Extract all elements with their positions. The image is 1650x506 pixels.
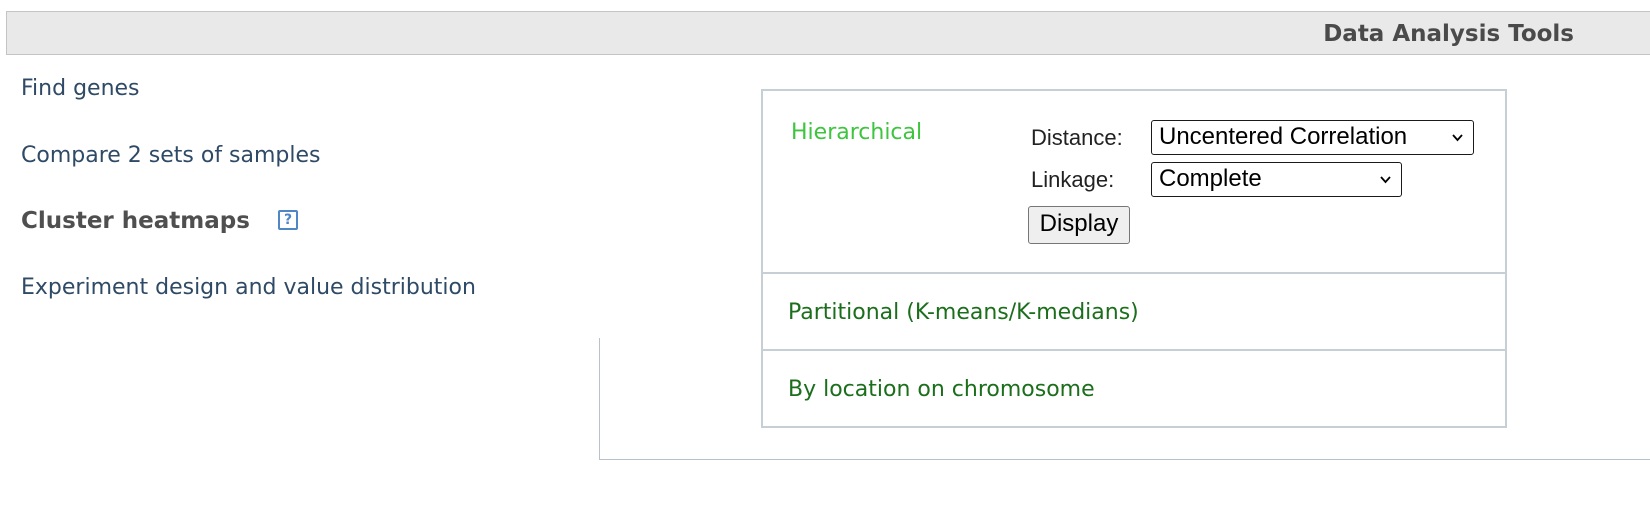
cluster-methods-box: Hierarchical Distance: Uncentered Correl…	[761, 89, 1507, 428]
distance-label: Distance:	[1031, 125, 1123, 150]
linkage-select[interactable]: Complete	[1151, 162, 1402, 197]
nav-compare-samples-link[interactable]: Compare 2 sets of samples	[21, 143, 321, 168]
hierarchical-row: Hierarchical Distance: Uncentered Correl…	[763, 91, 1505, 274]
hierarchical-method-label[interactable]: Hierarchical	[791, 120, 922, 145]
distance-select-value: Uncentered Correlation	[1159, 123, 1408, 150]
linkage-select-value: Complete	[1159, 165, 1262, 192]
page-title: Data Analysis Tools	[1323, 21, 1574, 47]
chromosome-location-method-link[interactable]: By location on chromosome	[788, 377, 1095, 402]
distance-select[interactable]: Uncentered Correlation	[1151, 120, 1474, 155]
location-row: By location on chromosome	[763, 351, 1505, 426]
chevron-down-icon	[1380, 176, 1391, 184]
nav-find-genes-link[interactable]: Find genes	[21, 76, 140, 101]
help-icon[interactable]: ?	[278, 210, 298, 230]
display-button[interactable]: Display	[1028, 206, 1130, 244]
chevron-down-icon	[1452, 134, 1463, 142]
page-header: Data Analysis Tools	[6, 11, 1650, 55]
nav-experiment-design-link[interactable]: Experiment design and value distribution	[21, 275, 476, 300]
partitional-row: Partitional (K-means/K-medians)	[763, 274, 1505, 351]
partitional-method-link[interactable]: Partitional (K-means/K-medians)	[788, 300, 1139, 325]
nav-cluster-heatmaps-current: Cluster heatmaps	[21, 208, 250, 234]
linkage-label: Linkage:	[1031, 167, 1115, 192]
